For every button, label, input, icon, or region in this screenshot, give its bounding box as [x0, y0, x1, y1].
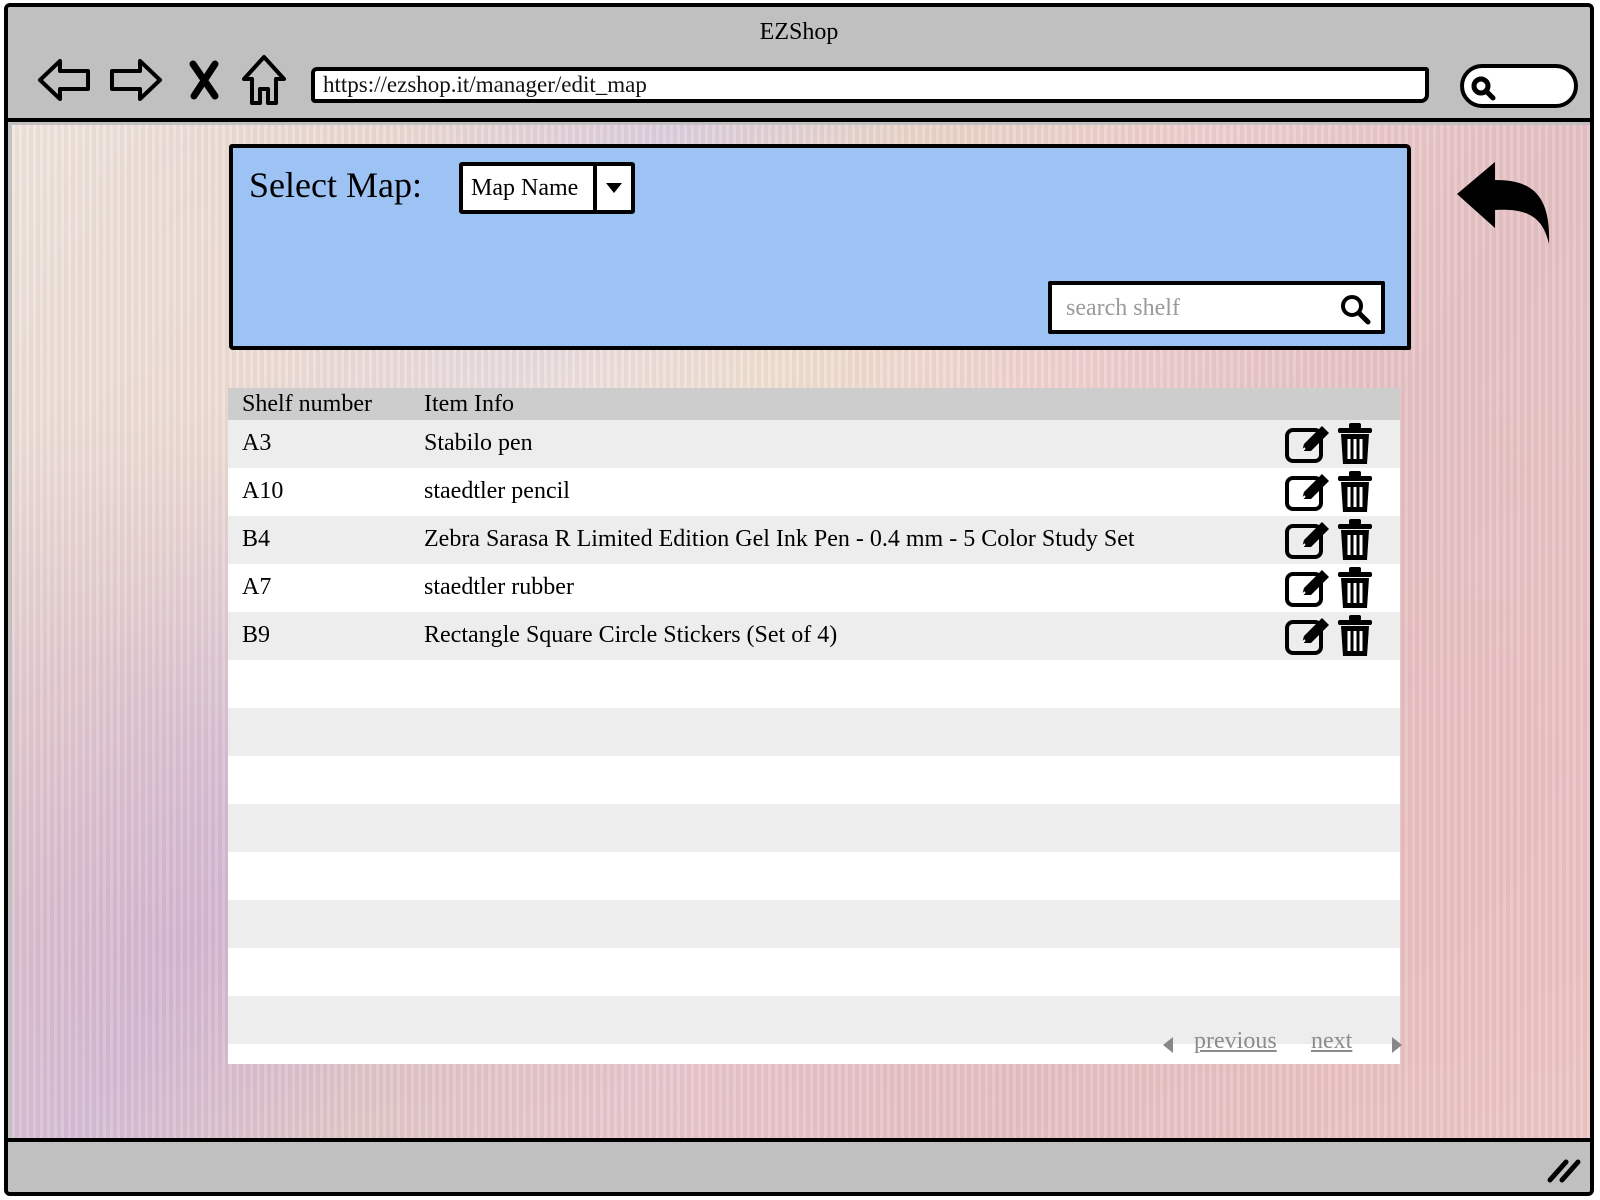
trash-icon[interactable] — [1336, 422, 1374, 466]
table-row[interactable]: B9 Rectangle Square Circle Stickers (Set… — [228, 612, 1400, 660]
edit-icon[interactable] — [1284, 423, 1332, 465]
close-icon[interactable] — [186, 52, 222, 108]
caret-down-icon — [606, 183, 622, 193]
empty-row — [228, 756, 1400, 804]
back-icon[interactable] — [34, 52, 94, 108]
map-select-dropdown[interactable]: Map Name — [459, 162, 635, 214]
edit-icon[interactable] — [1284, 567, 1332, 609]
column-header-shelf: Shelf number — [242, 391, 372, 417]
undo-back-button[interactable] — [1455, 160, 1555, 255]
trash-icon[interactable] — [1336, 470, 1374, 514]
edit-icon[interactable] — [1284, 471, 1332, 513]
shelf-cell: B4 — [242, 526, 271, 552]
search-icon — [1471, 76, 1496, 101]
edit-icon[interactable] — [1284, 615, 1332, 657]
next-link[interactable]: next — [1311, 1028, 1352, 1055]
previous-arrow-icon[interactable] — [1162, 1036, 1174, 1054]
shelf-search-box — [1048, 281, 1385, 334]
empty-row — [228, 660, 1400, 708]
home-icon[interactable] — [238, 52, 290, 108]
table-row[interactable]: A7 staedtler rubber — [228, 564, 1400, 612]
table-row[interactable]: B4 Zebra Sarasa R Limited Edition Gel In… — [228, 516, 1400, 564]
shelf-table: Shelf number Item Info A3 Stabilo pen A1… — [228, 388, 1403, 1064]
map-control-panel: Select Map: Map Name — [229, 144, 1411, 350]
trash-icon[interactable] — [1336, 566, 1374, 610]
map-select-value: Map Name — [471, 175, 579, 201]
forward-icon[interactable] — [106, 52, 166, 108]
shelf-cell: B9 — [242, 622, 271, 648]
item-cell: Stabilo pen — [424, 430, 533, 456]
shelf-cell: A3 — [242, 430, 272, 456]
column-header-item: Item Info — [424, 391, 514, 417]
search-icon[interactable] — [1339, 293, 1371, 325]
table-row[interactable]: A3 Stabilo pen — [228, 420, 1400, 468]
next-arrow-icon[interactable] — [1391, 1036, 1403, 1054]
item-cell: Zebra Sarasa R Limited Edition Gel Ink P… — [424, 526, 1135, 552]
pagination: previous next — [228, 1028, 1403, 1058]
browser-search-field[interactable] — [1460, 64, 1578, 108]
edit-icon[interactable] — [1284, 519, 1332, 561]
resize-grip-icon[interactable] — [1546, 1156, 1582, 1184]
dropdown-toggle-button[interactable] — [593, 166, 631, 210]
browser-toolbar: EZShop https://ezshop.it/manager/edit_ma… — [8, 7, 1590, 122]
empty-row — [228, 804, 1400, 852]
window-title: EZShop — [759, 19, 839, 45]
table-row[interactable]: A10 staedtler pencil — [228, 468, 1400, 516]
shelf-cell: A10 — [242, 478, 284, 504]
shelf-cell: A7 — [242, 574, 272, 600]
undo-arrow-icon — [1457, 162, 1550, 244]
item-cell: staedtler rubber — [424, 574, 574, 600]
item-cell: Rectangle Square Circle Stickers (Set of… — [424, 622, 838, 648]
empty-row — [228, 708, 1400, 756]
status-bar — [8, 1138, 1590, 1192]
empty-row — [228, 948, 1400, 996]
empty-row — [228, 852, 1400, 900]
table-header: Shelf number Item Info — [228, 388, 1400, 420]
address-bar[interactable]: https://ezshop.it/manager/edit_map — [311, 67, 1429, 103]
select-map-label: Select Map: — [249, 165, 422, 205]
shelf-search-input[interactable] — [1064, 285, 1328, 332]
trash-icon[interactable] — [1336, 614, 1374, 658]
item-cell: staedtler pencil — [424, 478, 570, 504]
empty-row — [228, 900, 1400, 948]
previous-link[interactable]: previous — [1194, 1028, 1277, 1055]
trash-icon[interactable] — [1336, 518, 1374, 562]
